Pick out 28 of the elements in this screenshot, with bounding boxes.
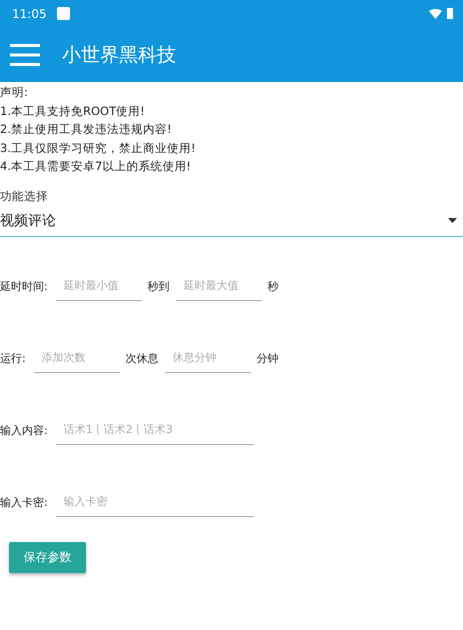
status-time: 11:05 (12, 6, 47, 20)
field-label: 运行: (0, 350, 26, 366)
notice-line: 4.本工具需要安卓7以上的系统使用! (0, 158, 192, 175)
battery-icon (447, 8, 453, 19)
wifi-icon (429, 8, 442, 18)
notice-line: 1.本工具支持免ROOT使用! (0, 102, 146, 120)
notice-line: 声明: (0, 84, 29, 101)
unit-label: 次休息 (126, 350, 159, 366)
notification-icon (56, 7, 70, 20)
input-field[interactable]: 延时最小值 (56, 278, 142, 300)
function-dropdown[interactable]: 视频评论 (0, 206, 463, 236)
unit-label: 秒 (268, 278, 279, 294)
input-field[interactable]: 话术1丨话术2丨话术3 (56, 422, 254, 444)
input-field[interactable]: 输入卡密 (56, 494, 254, 516)
input-field[interactable]: 添加次数 (34, 350, 120, 372)
field-label: 延时时间: (0, 278, 48, 294)
input-field[interactable]: 休息分钟 (164, 350, 251, 372)
unit-label: 分钟 (256, 350, 279, 366)
input-field[interactable]: 延时最大值 (176, 278, 262, 300)
field-label: 输入卡密: (0, 494, 48, 510)
unit-label: 秒到 (148, 278, 170, 294)
field-label: 输入内容: (0, 422, 48, 438)
notice-line: 2.禁止使用工具发违法违规内容! (0, 121, 173, 138)
notice-line: 3.工具仅限学习研究，禁止商业使用! (0, 140, 197, 156)
dropdown-arrow-icon (448, 218, 457, 223)
menu-icon[interactable] (10, 44, 40, 66)
field-label: 功能选择 (0, 188, 49, 204)
app-title: 小世界黑科技 (62, 42, 176, 68)
